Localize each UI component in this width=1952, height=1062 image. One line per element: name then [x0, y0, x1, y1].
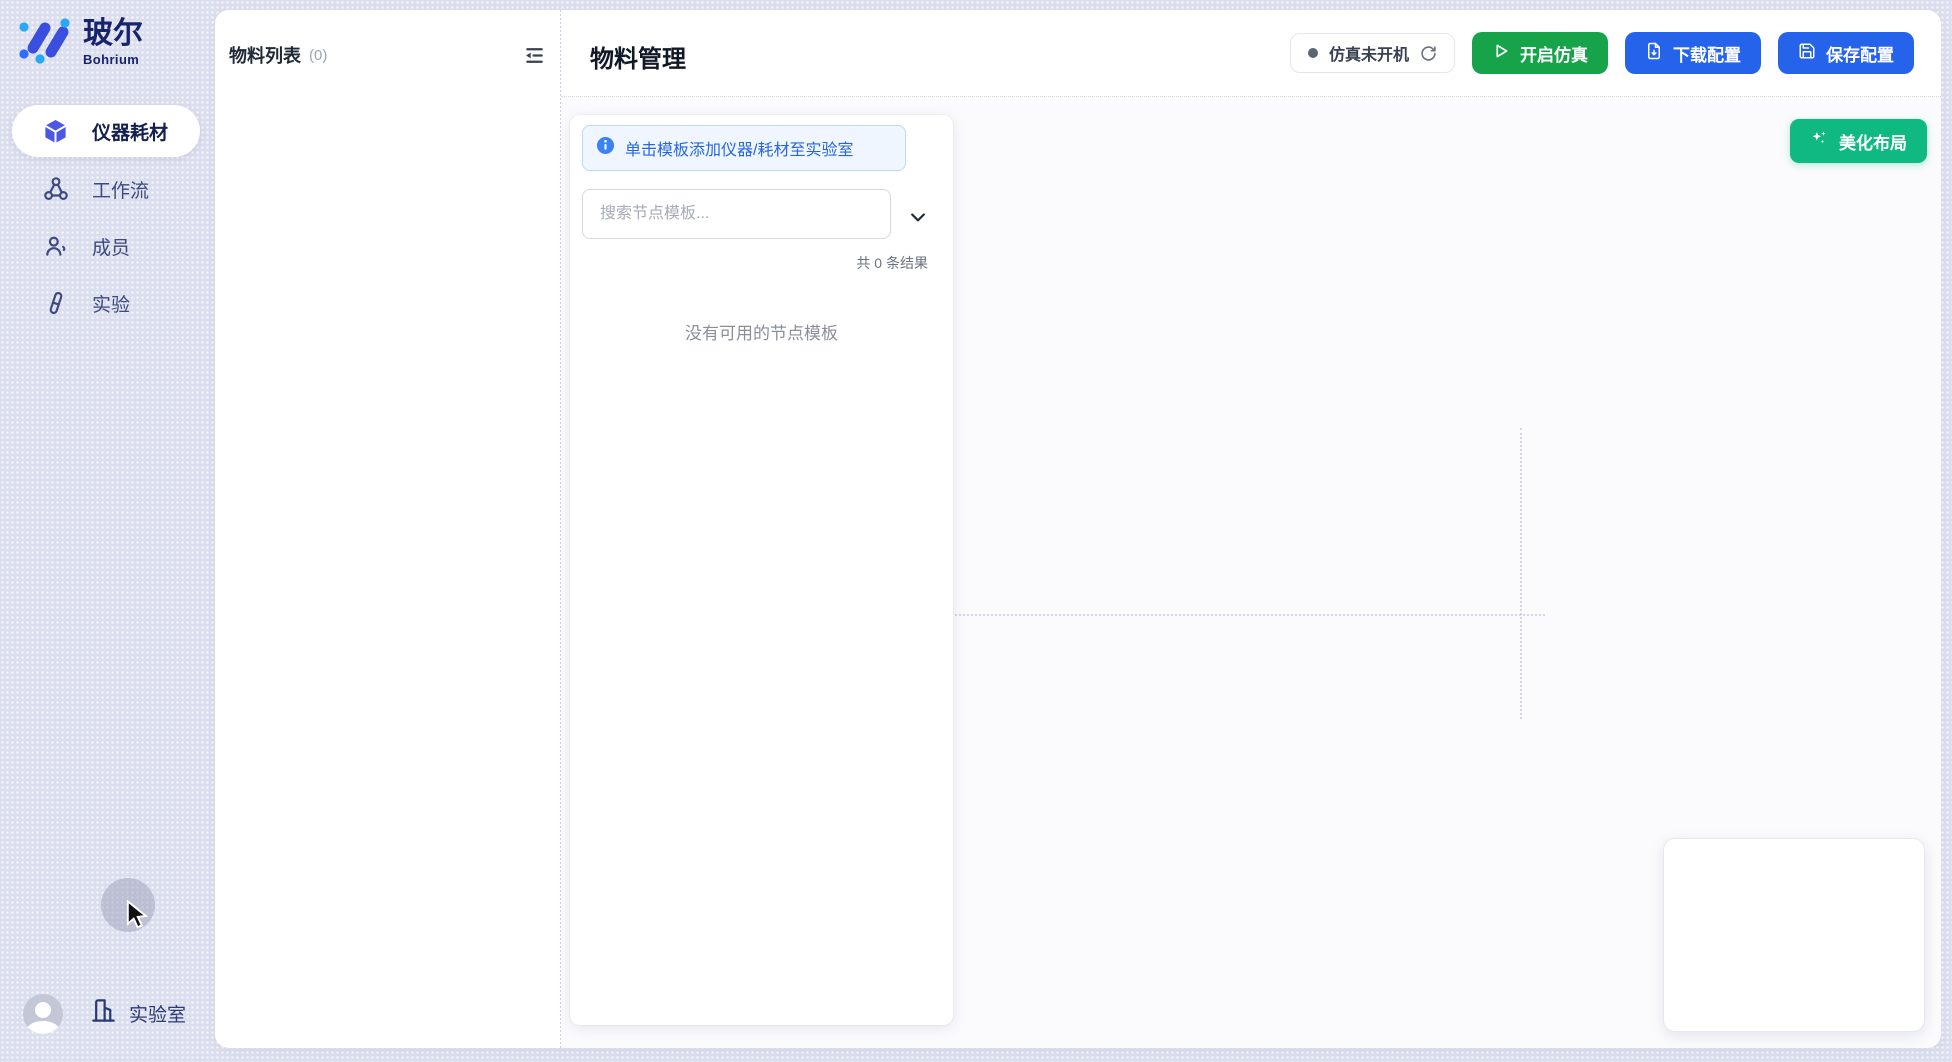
chevron-down-icon[interactable]: [906, 205, 930, 229]
start-simulation-label: 开启仿真: [1520, 41, 1588, 66]
sidebar-item-label: 仪器耗材: [92, 118, 168, 145]
brand-name-en: Bohrium: [83, 52, 143, 67]
material-list-panel: 物料列表 (0): [215, 10, 560, 1048]
save-config-label: 保存配置: [1826, 41, 1894, 66]
members-icon: [42, 233, 69, 260]
lab-canvas[interactable]: 单击模板添加仪器/耗材至实验室 共 0 条结果 没有可用的节点模板: [561, 97, 1941, 1048]
sidebar-item-label: 成员: [92, 233, 130, 260]
template-search-input[interactable]: [582, 189, 891, 239]
download-config-label: 下载配置: [1673, 41, 1741, 66]
status-label: 仿真未开机: [1329, 41, 1409, 65]
sidebar: 玻尔 Bohrium 仪器耗材 工作流: [0, 0, 213, 1062]
page-title: 物料管理: [590, 39, 686, 74]
material-list-title: 物料列表: [229, 42, 301, 68]
empty-template-message: 没有可用的节点模板: [570, 319, 953, 344]
status-dot-icon: [1308, 48, 1318, 58]
sidebar-item-lab[interactable]: 实验室: [90, 997, 186, 1030]
start-simulation-button[interactable]: 开启仿真: [1472, 32, 1608, 74]
play-icon: [1492, 42, 1510, 65]
bohrium-logo-icon: [16, 14, 72, 71]
canvas-guide-line-v: [1520, 428, 1522, 719]
sidebar-item-label: 工作流: [92, 176, 149, 203]
file-download-icon: [1645, 42, 1663, 65]
search-result-count: 共 0 条结果: [856, 253, 928, 273]
sidebar-item-workflow[interactable]: 工作流: [12, 163, 200, 215]
save-config-button[interactable]: 保存配置: [1778, 32, 1914, 74]
node-template-panel: 单击模板添加仪器/耗材至实验室 共 0 条结果 没有可用的节点模板: [570, 115, 953, 1025]
experiment-icon: [42, 290, 69, 317]
download-config-button[interactable]: 下载配置: [1625, 32, 1761, 74]
collapse-panel-button[interactable]: [522, 43, 546, 67]
sidebar-item-instruments[interactable]: 仪器耗材: [12, 105, 200, 157]
mouse-cursor-icon: [122, 900, 150, 930]
main-panel: 物料管理 仿真未开机: [561, 10, 1941, 1048]
minimap-panel: [1663, 838, 1925, 1032]
user-avatar[interactable]: [23, 994, 63, 1034]
brand-name-cn: 玻尔: [83, 18, 143, 50]
brand-name: 玻尔 Bohrium: [83, 18, 143, 67]
simulation-status-pill[interactable]: 仿真未开机: [1290, 33, 1455, 73]
canvas-guide-line-h: [951, 614, 1545, 616]
header-controls: 仿真未开机: [1290, 32, 1914, 74]
building-icon: [90, 997, 117, 1030]
refresh-icon[interactable]: [1420, 45, 1437, 62]
beautify-layout-button[interactable]: 美化布局: [1790, 119, 1927, 163]
cube-icon: [42, 118, 69, 145]
sidebar-item-experiments[interactable]: 实验: [12, 277, 200, 329]
sidebar-item-members[interactable]: 成员: [12, 220, 200, 272]
info-icon: [596, 136, 615, 160]
material-list-header: 物料列表 (0): [229, 42, 546, 68]
sparkles-icon: [1810, 129, 1829, 153]
beautify-layout-label: 美化布局: [1839, 129, 1907, 154]
brand-logo: 玻尔 Bohrium: [16, 14, 143, 71]
app-root: 玻尔 Bohrium 仪器耗材 工作流: [0, 0, 1952, 1062]
main-header: 物料管理 仿真未开机: [561, 10, 1941, 97]
material-list-count: (0): [309, 47, 327, 64]
sidebar-item-label: 实验室: [129, 1000, 186, 1027]
template-hint-banner[interactable]: 单击模板添加仪器/耗材至实验室: [582, 125, 906, 171]
template-hint-text: 单击模板添加仪器/耗材至实验室: [625, 136, 853, 160]
sidebar-item-label: 实验: [92, 290, 130, 317]
save-icon: [1798, 42, 1816, 65]
content-area: 物料列表 (0) 物料管理 仿真未开机: [215, 10, 1941, 1048]
workflow-icon: [42, 176, 69, 203]
